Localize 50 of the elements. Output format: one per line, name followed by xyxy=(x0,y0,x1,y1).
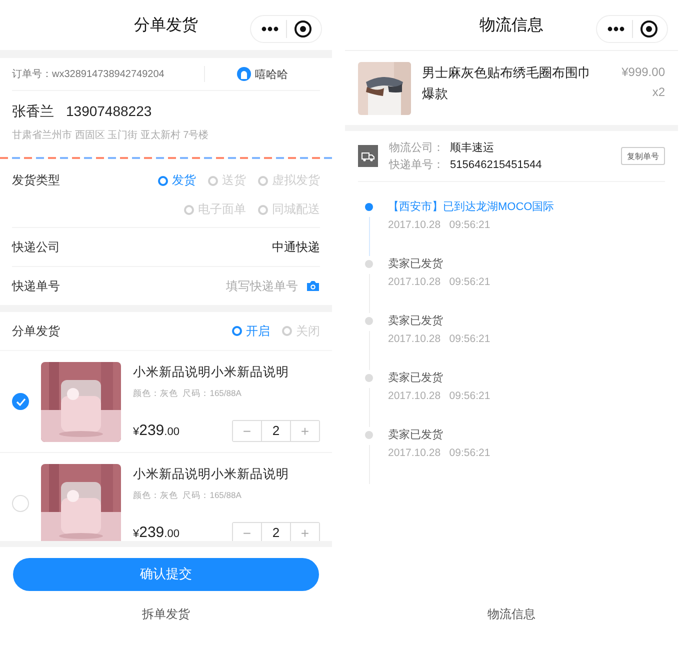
radio-option[interactable]: 发货 xyxy=(158,172,196,189)
field-label: 快递公司 xyxy=(12,238,60,256)
target-icon[interactable] xyxy=(294,20,312,38)
check-icon[interactable] xyxy=(16,398,26,406)
field-label: 分单发货 xyxy=(12,322,60,340)
timeline-title: 卖家已发货 xyxy=(388,428,444,442)
copy-button[interactable]: 复制单号 xyxy=(621,147,665,165)
screen-caption: 物流信息 xyxy=(488,606,536,623)
submit-button[interactable]: 确认提交 xyxy=(13,558,319,590)
tracking-line: 快递单号： 515646215451544 xyxy=(389,158,542,172)
timeline-time: 2017.10.28 09:56:21 xyxy=(388,219,492,231)
timeline-title: 【西安市】已到达龙湖MOCO国际 xyxy=(388,200,554,214)
courier-line: 物流公司： 顺丰速运 xyxy=(389,140,495,155)
field-label: 发货类型 xyxy=(12,172,60,189)
more-icon[interactable] xyxy=(260,26,278,32)
product-price: ¥999.00 xyxy=(622,64,665,81)
product-title: 小米新品说明小米新品说明 xyxy=(133,466,290,482)
recipient-name: 张香兰 xyxy=(12,103,54,121)
more-icon[interactable] xyxy=(606,26,624,32)
recipient-phone: 13907488223 xyxy=(66,103,152,121)
timeline-title: 卖家已发货 xyxy=(388,370,444,385)
timeline-title: 卖家已发货 xyxy=(388,256,444,271)
timeline-time: 2017.10.28 09:56:21 xyxy=(388,447,490,459)
screen-caption: 拆单发货 xyxy=(142,606,190,623)
capsule-menu[interactable] xyxy=(250,15,322,43)
page-title: 物流信息 xyxy=(480,16,544,36)
field-label: 快递单号 xyxy=(12,278,60,294)
recipient-address: 甘肃省兰州市 西固区 玉门街 亚太新村 7号楼 xyxy=(12,128,210,142)
radio-option[interactable]: 开启 xyxy=(232,322,270,340)
product-title: 男士麻灰色贴布绣毛圈布围巾爆款 xyxy=(422,64,592,103)
timeline-title: 卖家已发货 xyxy=(388,314,444,328)
user-icon xyxy=(237,67,251,81)
capsule-menu[interactable] xyxy=(596,15,668,43)
order-number: 订单号：wx328914738942749204 xyxy=(12,68,166,81)
product-spec: 颜色：灰色 尺码：165/88A xyxy=(133,388,242,400)
product-price: ¥239.00 xyxy=(133,524,180,541)
timeline-time: 2017.10.28 09:56:21 xyxy=(388,333,490,345)
product-spec: 颜色：灰色 尺码：165/88A xyxy=(133,490,242,502)
target-icon[interactable] xyxy=(640,20,658,38)
timeline-time: 2017.10.28 09:56:21 xyxy=(388,276,490,288)
courier-value[interactable]: 中通快递 xyxy=(272,238,320,256)
product-quantity: x2 xyxy=(652,84,665,101)
checkbox[interactable] xyxy=(12,393,29,410)
product-title: 小米新品说明小米新品说明 xyxy=(133,364,290,380)
page-title: 分单发货 xyxy=(134,16,198,36)
truck-icon xyxy=(358,145,378,167)
product-price: ¥239.00 xyxy=(133,422,180,439)
camera-icon[interactable] xyxy=(306,280,320,292)
timeline-time: 2017.10.28 09:56:21 xyxy=(388,390,490,402)
user-name: 嘻哈哈 xyxy=(255,68,288,82)
